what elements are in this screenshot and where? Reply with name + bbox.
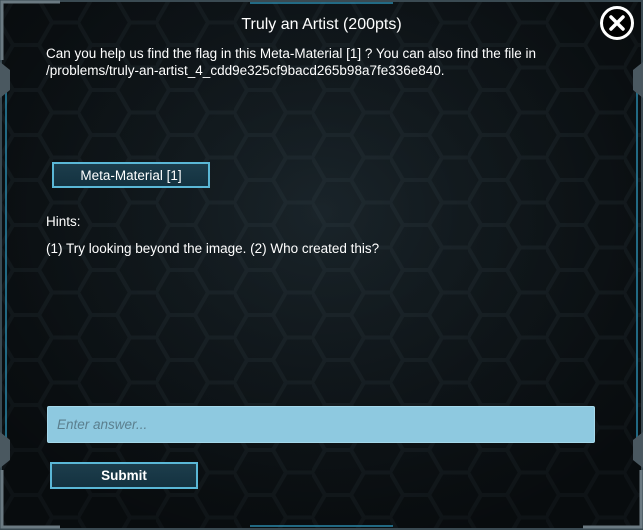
description-line-1: Can you help us find the flag in this Me… [46,46,537,61]
hints-label: Hints: [46,214,81,229]
close-icon [609,15,625,31]
hexagon-background [0,0,643,530]
problem-dialog: Truly an Artist (200pts) Can you help us… [0,0,643,530]
dialog-title: Truly an Artist (200pts) [241,16,402,33]
meta-material-file-button[interactable]: Meta-Material [1] [52,162,210,188]
submit-button[interactable]: Submit [50,462,198,489]
close-button[interactable] [600,6,634,40]
hints-text: (1) Try looking beyond the image. (2) Wh… [46,241,380,256]
problem-description: Can you help us find the flag in this Me… [46,45,606,79]
answer-input[interactable] [47,406,595,443]
description-line-2: /problems/truly-an-artist_4_cdd9e325cf9b… [46,63,445,78]
